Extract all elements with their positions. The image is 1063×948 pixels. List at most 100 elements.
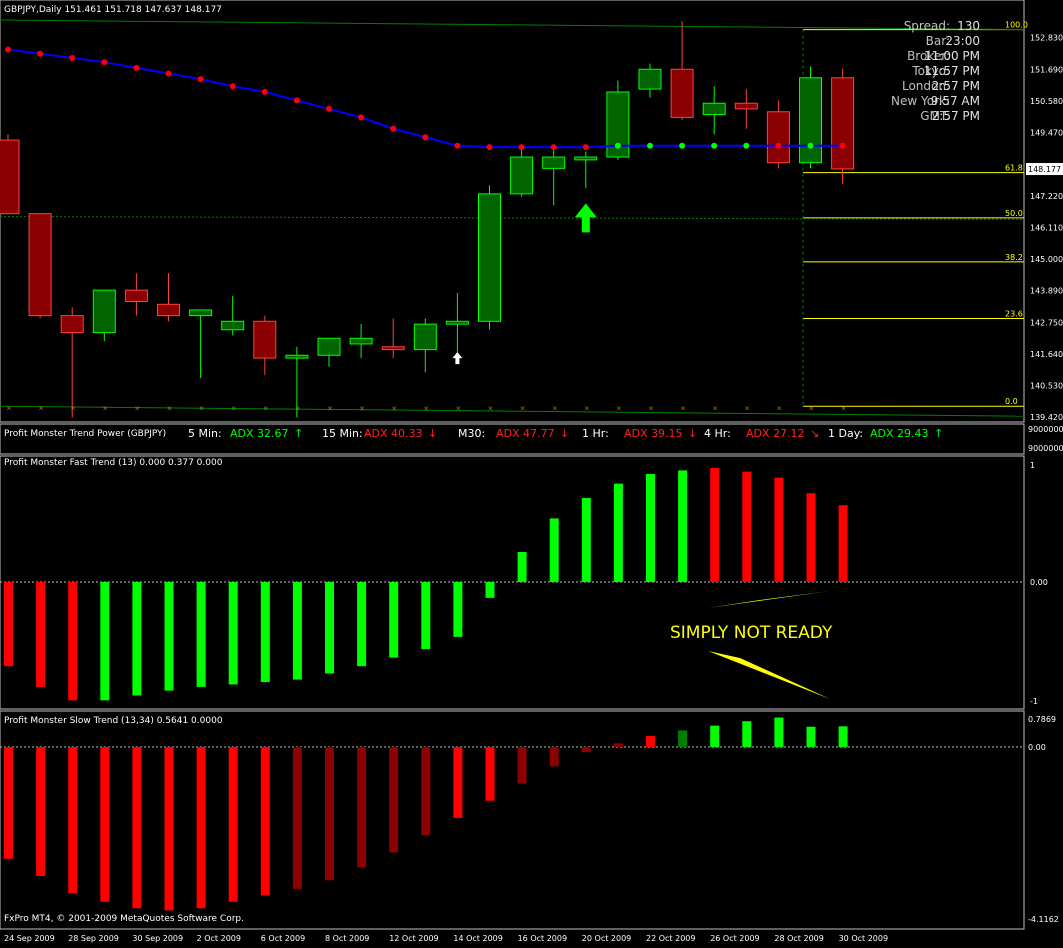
candle-body: [413, 323, 437, 351]
x-axis-date-label: 22 Oct 2009: [646, 934, 695, 943]
candle-body: [445, 320, 469, 325]
trend-power-adx: ADX 47.77: [496, 427, 555, 440]
x-axis-date-label: 8 Oct 2009: [325, 934, 369, 943]
slow-trend-bar: [646, 735, 655, 747]
slow-trend-bar: [292, 747, 302, 889]
moving-average-dot: [775, 142, 782, 149]
trend-power-scale-top: 9000000: [1028, 425, 1063, 434]
slow-trend-title: Profit Monster Slow Trend (13,34) 0.5641…: [4, 716, 223, 726]
signal-marker: ×: [712, 405, 718, 413]
candle-body: [831, 77, 855, 170]
trend-power-adx: ADX 27.12: [746, 427, 805, 440]
slow-trend-bar: [389, 747, 399, 853]
moving-average-dot: [358, 114, 365, 121]
moving-average-dot: [229, 83, 236, 90]
candle-body: [317, 337, 341, 356]
fast-axis-label: 0.00: [1030, 578, 1048, 587]
slow-trend-bar: [613, 743, 623, 747]
slow-trend-bar: [164, 747, 174, 911]
moving-average-dot: [261, 88, 268, 95]
price-axis-label: 142.750: [1030, 319, 1063, 328]
candle-body: [124, 289, 148, 302]
moving-average-dot: [743, 142, 750, 149]
candle-body: [28, 213, 52, 317]
moving-average-dot: [647, 142, 653, 149]
signal-marker: ×: [6, 405, 12, 413]
signal-marker: ×: [199, 405, 205, 413]
moving-average-dot: [711, 142, 718, 149]
trend-power-adx: ADX 40.33: [364, 427, 423, 440]
chart-title: GBPJPY,Daily 151.461 151.718 147.637 148…: [4, 5, 222, 15]
candle-body: [734, 102, 758, 110]
moving-average-dot: [165, 70, 172, 77]
signal-marker: ×: [744, 405, 750, 413]
fast-trend-bar: [646, 474, 655, 582]
candle-body: [285, 354, 309, 359]
candle-body: [510, 156, 534, 195]
fast-trend-bar: [164, 582, 174, 691]
signal-marker: ×: [552, 405, 558, 413]
fast-trend-bar: [453, 582, 463, 637]
slow-trend-bar: [453, 747, 463, 818]
signal-marker: ×: [231, 405, 237, 413]
arrow-down-icon: ↓: [428, 427, 437, 440]
price-panel[interactable]: [0, 0, 1025, 423]
signal-marker: ×: [359, 405, 365, 413]
candle-body: [221, 320, 245, 331]
slow-trend-bar: [806, 726, 816, 747]
signal-marker: ×: [295, 405, 301, 413]
info-value: 2:57 PM: [932, 79, 980, 93]
arrow-down-icon: ↘: [810, 427, 819, 440]
slow-trend-bar: [485, 747, 495, 801]
slow-trend-bar: [710, 725, 720, 747]
price-axis-label: 143.890: [1030, 286, 1063, 295]
candle-body: [189, 309, 213, 317]
arrow-down-icon: ↓: [688, 427, 697, 440]
arrow-up-icon: ↑: [294, 427, 303, 440]
trend-power-adx: ADX 32.67: [230, 427, 289, 440]
slow-trend-bar: [68, 747, 78, 894]
mt4-chart-window[interactable]: GBPJPY,Daily 151.461 151.718 147.637 148…: [0, 0, 1063, 944]
fast-trend-bar: [100, 582, 110, 701]
x-axis-date-label: 28 Oct 2009: [774, 934, 823, 943]
slow-axis-label: -4.1162: [1028, 915, 1059, 924]
signal-marker: ×: [391, 405, 397, 413]
info-label: Spread:: [904, 19, 950, 33]
moving-average-dot: [293, 97, 300, 104]
slow-trend-panel[interactable]: [0, 710, 1025, 930]
fast-axis-label: 1: [1030, 461, 1035, 470]
fib-level-label: 100.0: [1005, 21, 1028, 30]
fast-trend-bar: [132, 582, 142, 696]
fast-trend-bar: [68, 582, 78, 701]
trend-power-timeframe: 15 Min:: [322, 427, 363, 440]
price-axis-label: 148.177: [1028, 165, 1061, 174]
info-value: 2:57 PM: [932, 109, 980, 123]
signal-marker: ×: [70, 405, 76, 413]
candle-body: [60, 315, 84, 334]
fast-trend-bar: [678, 470, 688, 582]
fast-trend-bar: [742, 471, 752, 582]
moving-average-dot: [133, 64, 140, 71]
signal-marker: ×: [584, 405, 590, 413]
info-value: 130: [957, 19, 980, 33]
trend-power-title: Profit Monster Trend Power (GBPJPY): [4, 429, 166, 439]
x-axis: 24 Sep 2009 28 Sep 2009 30 Sep 2009 2 Oct 2…: [4, 934, 888, 943]
signal-marker: ×: [423, 405, 429, 413]
moving-average-dot: [37, 50, 44, 57]
signal-marker: ×: [488, 405, 494, 413]
trend-power-items: 5 Min: ADX 32.67 ↑ 15 Min: ADX 40.33 ↓ M30: ADX…: [188, 427, 943, 440]
candle-body: [799, 77, 822, 164]
fast-trend-bar: [389, 582, 399, 658]
info-value: 11:57 PM: [924, 64, 980, 78]
chart-canvas[interactable]: GBPJPY,Daily 151.461 151.718 147.637 148…: [0, 0, 1063, 944]
fib-level-label: 0.0: [1005, 397, 1018, 406]
trend-power-timeframe: 4 Hr:: [704, 427, 731, 440]
x-axis-date-label: 26 Oct 2009: [710, 934, 759, 943]
fast-trend-bar: [517, 552, 527, 582]
arrow-down-icon: ↓: [560, 427, 569, 440]
slow-trend-bar: [774, 717, 784, 747]
trend-power-scale-bottom: 9000000: [1028, 444, 1063, 453]
slow-trend-bar: [100, 747, 110, 902]
fast-trend-bar: [292, 582, 302, 680]
x-axis-date-label: 20 Oct 2009: [582, 934, 631, 943]
